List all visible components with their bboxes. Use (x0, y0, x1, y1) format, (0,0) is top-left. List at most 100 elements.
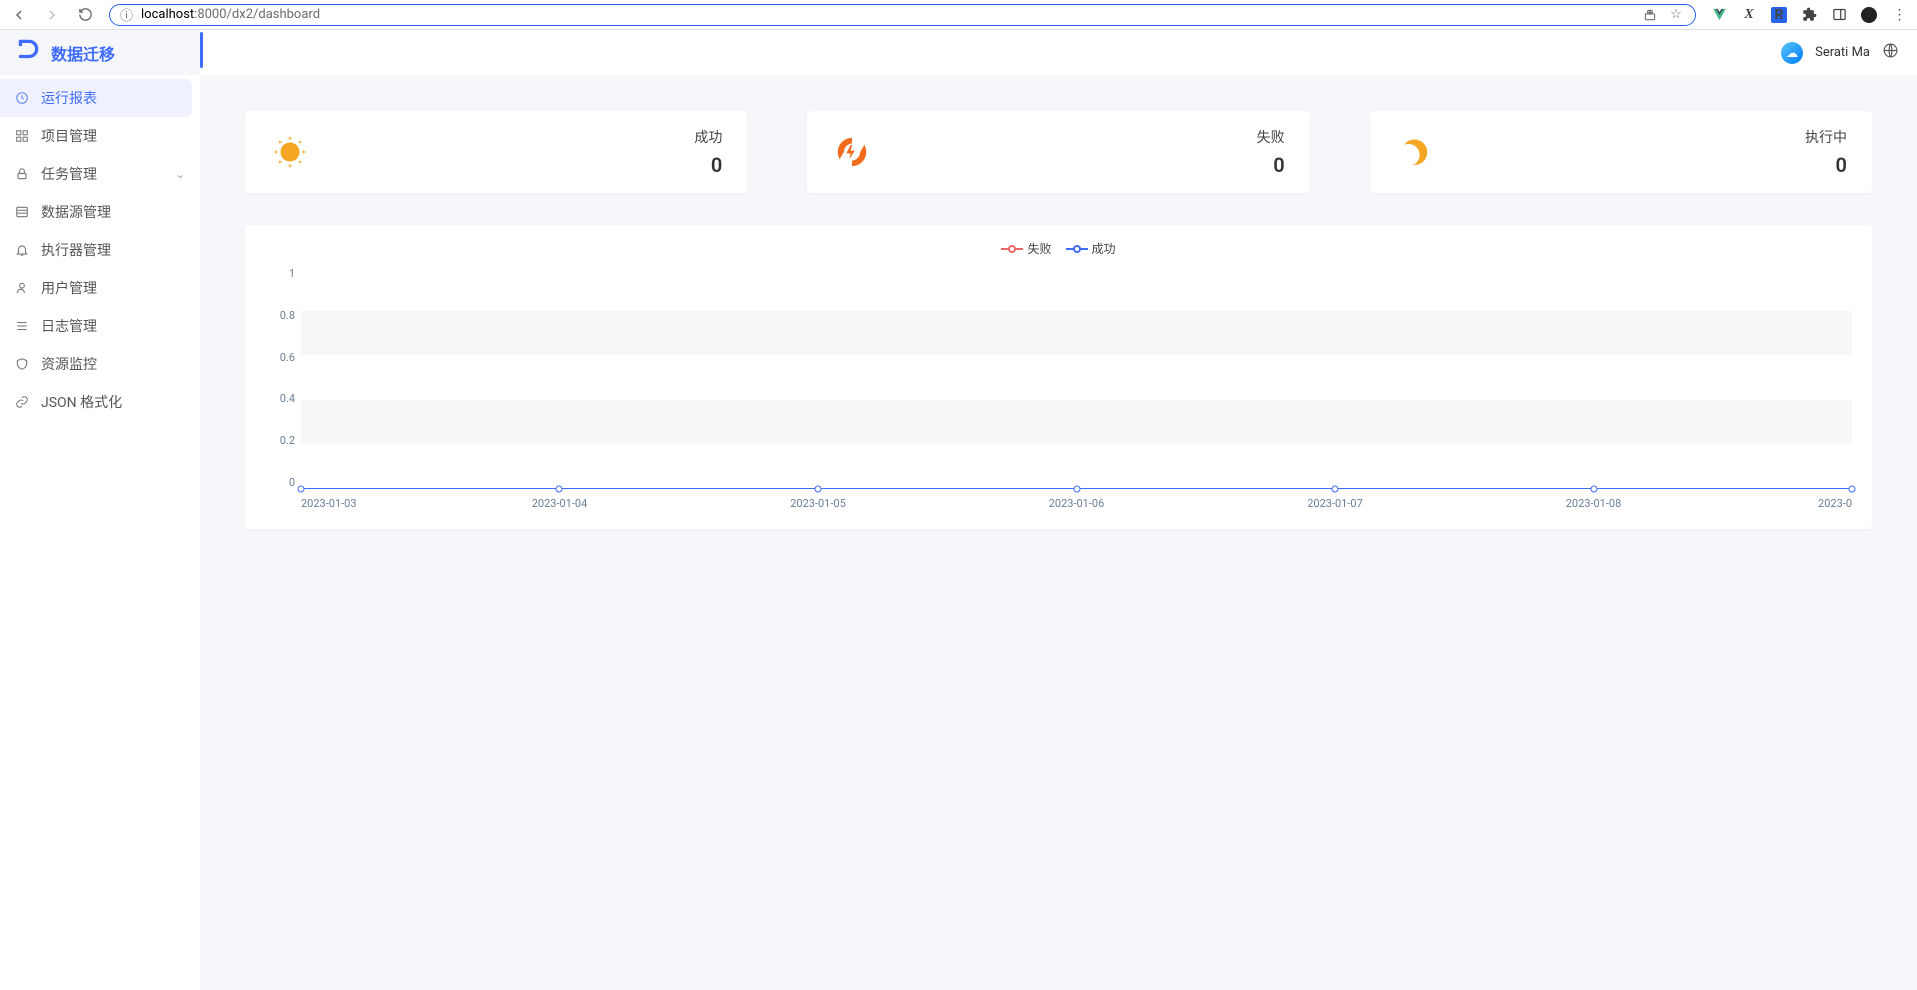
x-tick: 2023-01-06 (1049, 497, 1105, 510)
chevron-down-icon: ⌄ (176, 168, 185, 181)
logo-icon (15, 37, 41, 69)
browser-profile-icon[interactable] (1861, 7, 1877, 23)
chart-card: 失败 成功 10.80.60.40.20 2023-01-032023- (245, 225, 1872, 529)
user-icon (15, 281, 31, 295)
moon-icon (1395, 132, 1435, 172)
url-text: localhost:8000/dx2/dashboard (141, 7, 1633, 22)
sidebar-item-tasks[interactable]: 任务管理 ⌄ (0, 155, 200, 193)
x-tick: 2023-01-08 (1566, 497, 1622, 510)
sidebar-item-label: 运行报表 (41, 88, 97, 108)
sidebar-item-label: 任务管理 (41, 164, 97, 184)
sidebar-item-monitor[interactable]: 资源监控 (0, 345, 200, 383)
legend-label: 失败 (1027, 240, 1051, 257)
sidebar-menu: 运行报表 项目管理 任务管理 ⌄ 数据源管理 执行器管理 用户管理 (0, 75, 200, 990)
stat-card-running: 执行中 0 (1370, 111, 1872, 193)
chart-point (298, 486, 305, 493)
sidebar-item-executor[interactable]: 执行器管理 (0, 231, 200, 269)
sidebar-item-label: 数据源管理 (41, 202, 111, 222)
legend-marker-icon (1001, 245, 1023, 253)
extension-x-icon[interactable]: X (1741, 7, 1757, 23)
grid-band (301, 311, 1852, 355)
main-content: ☁ Serati Ma 成功 0 (200, 30, 1917, 990)
y-tick: 0.2 (280, 434, 295, 447)
legend-marker-icon (1066, 245, 1088, 253)
x-tick: 2023-01-05 (790, 497, 846, 510)
link-icon (15, 395, 31, 409)
extension-r-icon[interactable]: R (1771, 7, 1787, 23)
chart-point (1331, 486, 1338, 493)
chart-point (1849, 486, 1856, 493)
avatar[interactable]: ☁ (1781, 42, 1803, 64)
chart-x-axis: 2023-01-03 2023-01-04 2023-01-05 2023-01-06… (301, 497, 1852, 511)
site-info-icon[interactable]: ⓘ (120, 5, 133, 24)
extension-toolbar: X R ⋮ (1711, 7, 1907, 23)
list-icon (15, 205, 31, 219)
stat-card-fail: 失败 0 (807, 111, 1309, 193)
x-tick: 2023-01-03 (301, 497, 357, 510)
chart-legend: 失败 成功 (265, 235, 1852, 263)
bookmark-icon[interactable]: ☆ (1667, 6, 1685, 24)
sun-icon (270, 132, 310, 172)
stat-card-success: 成功 0 (245, 111, 747, 193)
chart-point (1590, 486, 1597, 493)
dashboard-icon (15, 91, 31, 105)
chart-point (1073, 486, 1080, 493)
share-icon[interactable] (1641, 6, 1659, 24)
appstore-icon (15, 129, 31, 143)
reload-button[interactable] (76, 6, 94, 24)
bolt-icon (832, 132, 872, 172)
address-bar[interactable]: ⓘ localhost:8000/dx2/dashboard ☆ (109, 4, 1696, 26)
chart-plot (301, 267, 1852, 489)
stat-value: 0 (1805, 153, 1847, 177)
y-tick: 0.6 (280, 351, 295, 364)
x-tick: 2023-01-04 (532, 497, 588, 510)
app-logo[interactable]: 数据迁移 (0, 30, 200, 75)
sidebar-item-label: 执行器管理 (41, 240, 111, 260)
sidebar-item-projects[interactable]: 项目管理 (0, 117, 200, 155)
forward-button[interactable] (43, 6, 61, 24)
y-tick: 1 (289, 267, 295, 280)
sidebar-item-label: 用户管理 (41, 278, 97, 298)
user-name[interactable]: Serati Ma (1815, 45, 1870, 60)
active-tab-indicator (200, 32, 203, 68)
sidebar-item-users[interactable]: 用户管理 (0, 269, 200, 307)
sidebar-item-label: JSON 格式化 (41, 392, 122, 412)
y-tick: 0.8 (280, 309, 295, 322)
topbar: ☁ Serati Ma (200, 30, 1917, 75)
extensions-icon[interactable] (1801, 7, 1817, 23)
grid-band (301, 400, 1852, 444)
stat-label: 失败 (1257, 127, 1285, 147)
stat-label: 成功 (694, 127, 722, 147)
language-icon[interactable] (1882, 42, 1899, 64)
legend-label: 成功 (1092, 240, 1116, 257)
sidebar-item-logs[interactable]: 日志管理 (0, 307, 200, 345)
legend-fail[interactable]: 失败 (1001, 240, 1051, 257)
browser-menu-icon[interactable]: ⋮ (1891, 7, 1907, 23)
stat-label: 执行中 (1805, 127, 1847, 147)
x-tick: 2023-01-07 (1307, 497, 1363, 510)
sidebar: 数据迁移 运行报表 项目管理 任务管理 ⌄ 数据源管理 执行器管理 (0, 30, 200, 990)
legend-success[interactable]: 成功 (1066, 240, 1116, 257)
stat-row: 成功 0 失败 0 (245, 111, 1872, 193)
sidebar-item-label: 日志管理 (41, 316, 97, 336)
shield-icon (15, 357, 31, 371)
stat-value: 0 (694, 153, 722, 177)
chart-y-axis: 10.80.60.40.20 (265, 267, 301, 489)
sidebar-item-datasource[interactable]: 数据源管理 (0, 193, 200, 231)
sidebar-item-label: 资源监控 (41, 354, 97, 374)
chart-point (556, 486, 563, 493)
back-button[interactable] (10, 6, 28, 24)
bell-icon (15, 243, 31, 257)
chart-point (814, 486, 821, 493)
side-panel-icon[interactable] (1831, 7, 1847, 23)
y-tick: 0.4 (280, 392, 295, 405)
sidebar-item-dashboard[interactable]: 运行报表 (0, 79, 192, 117)
browser-chrome: ⓘ localhost:8000/dx2/dashboard ☆ X R ⋮ (0, 0, 1917, 30)
lock-icon (15, 167, 31, 181)
app-title: 数据迁移 (51, 41, 115, 65)
sidebar-item-json[interactable]: JSON 格式化 (0, 383, 200, 421)
stat-value: 0 (1257, 153, 1285, 177)
x-tick: 2023-0 (1818, 497, 1852, 510)
vue-devtools-icon[interactable] (1711, 7, 1727, 23)
sidebar-item-label: 项目管理 (41, 126, 97, 146)
